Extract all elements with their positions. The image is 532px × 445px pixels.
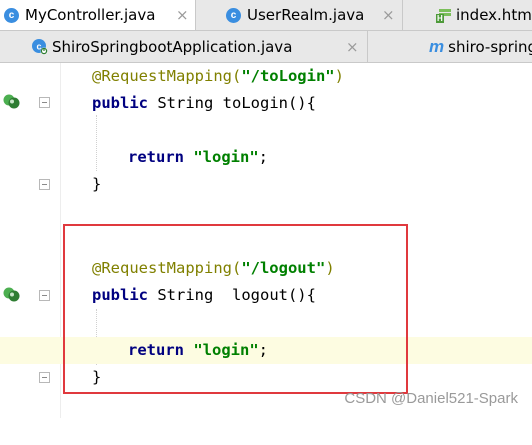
java-class-icon: c bbox=[4, 7, 19, 23]
fold-method-icon[interactable] bbox=[39, 290, 50, 301]
code-line[interactable]: public String toLogin(){ bbox=[0, 90, 532, 117]
keyword-token: return bbox=[128, 148, 184, 166]
code-text: return "login"; bbox=[128, 144, 268, 171]
code-text: @RequestMapping("/toLogin") bbox=[92, 63, 344, 90]
string-token: "/logout" bbox=[241, 259, 326, 277]
code-line[interactable]: @RequestMapping("/logout") bbox=[0, 255, 532, 282]
tab-label: shiro-springb bbox=[448, 37, 532, 56]
code-line[interactable]: } bbox=[0, 364, 532, 391]
tab-userrealm-java[interactable]: c UserRealm.java × bbox=[196, 0, 403, 30]
html-badge: H bbox=[436, 13, 444, 23]
code-line[interactable]: @RequestMapping("/toLogin") bbox=[0, 63, 532, 90]
code-line[interactable]: } bbox=[0, 171, 532, 198]
code-text: @RequestMapping("/logout") bbox=[92, 255, 335, 282]
tab-mycontroller-java[interactable]: c MyController.java × bbox=[0, 0, 196, 30]
close-icon[interactable]: × bbox=[382, 6, 395, 24]
editor-tab-bar-row-2: c ShiroSpringbootApplication.java × m sh… bbox=[0, 31, 532, 63]
annotation-token: ) bbox=[325, 259, 335, 277]
code-token: String toLogin(){ bbox=[148, 94, 316, 112]
spring-request-mapping-icon[interactable] bbox=[3, 286, 20, 303]
close-icon[interactable]: × bbox=[346, 38, 359, 56]
string-token: "login" bbox=[193, 148, 259, 166]
code-text: } bbox=[92, 368, 102, 386]
annotation-token: @RequestMapping( bbox=[92, 259, 242, 277]
fold-method-icon[interactable] bbox=[39, 97, 50, 108]
code-line[interactable]: return "login"; bbox=[0, 144, 532, 171]
code-token: ; bbox=[258, 341, 269, 359]
tab-label: index.html bbox=[456, 6, 532, 24]
code-text: public String logout(){ bbox=[92, 282, 316, 309]
code-text: return "login"; bbox=[128, 337, 268, 364]
close-icon[interactable]: × bbox=[176, 6, 189, 24]
code-token: ; bbox=[258, 148, 269, 166]
tab-label: ShiroSpringbootApplication.java bbox=[52, 37, 293, 56]
watermark: CSDN @Daniel521-Spark bbox=[344, 390, 518, 407]
tab-shiro-springboot-module[interactable]: m shiro-springb bbox=[368, 31, 532, 62]
annotation-token: ) bbox=[334, 67, 344, 85]
fold-end-icon[interactable] bbox=[39, 372, 50, 383]
tab-shirospringbootapplication-java[interactable]: c ShiroSpringbootApplication.java × bbox=[0, 31, 368, 62]
current-code-line[interactable]: return "login"; bbox=[0, 337, 532, 364]
maven-module-icon: m bbox=[429, 36, 445, 56]
string-token: "login" bbox=[193, 341, 259, 359]
code-editor[interactable]: @RequestMapping("/toLogin") public Strin… bbox=[0, 63, 532, 418]
editor-tab-bar-row-1: c MyController.java × c UserRealm.java ×… bbox=[0, 0, 532, 31]
html-file-icon: H bbox=[436, 8, 451, 23]
code-text: } bbox=[92, 175, 102, 193]
string-token: "/toLogin" bbox=[241, 67, 335, 85]
keyword-token: public bbox=[92, 286, 148, 304]
keyword-token: return bbox=[128, 341, 184, 359]
annotation-token: @RequestMapping( bbox=[92, 67, 242, 85]
fold-end-icon[interactable] bbox=[39, 179, 50, 190]
keyword-token: public bbox=[92, 94, 148, 112]
tab-label: MyController.java bbox=[25, 6, 156, 24]
tab-index-html[interactable]: H index.html bbox=[403, 0, 532, 30]
java-class-icon: c bbox=[226, 7, 241, 23]
code-line[interactable]: public String logout(){ bbox=[0, 282, 532, 309]
spring-boot-class-icon: c bbox=[31, 38, 48, 55]
tab-label: UserRealm.java bbox=[247, 6, 365, 24]
spring-request-mapping-icon[interactable] bbox=[3, 93, 20, 110]
code-token: String logout(){ bbox=[148, 286, 316, 304]
code-text: public String toLogin(){ bbox=[92, 90, 316, 117]
